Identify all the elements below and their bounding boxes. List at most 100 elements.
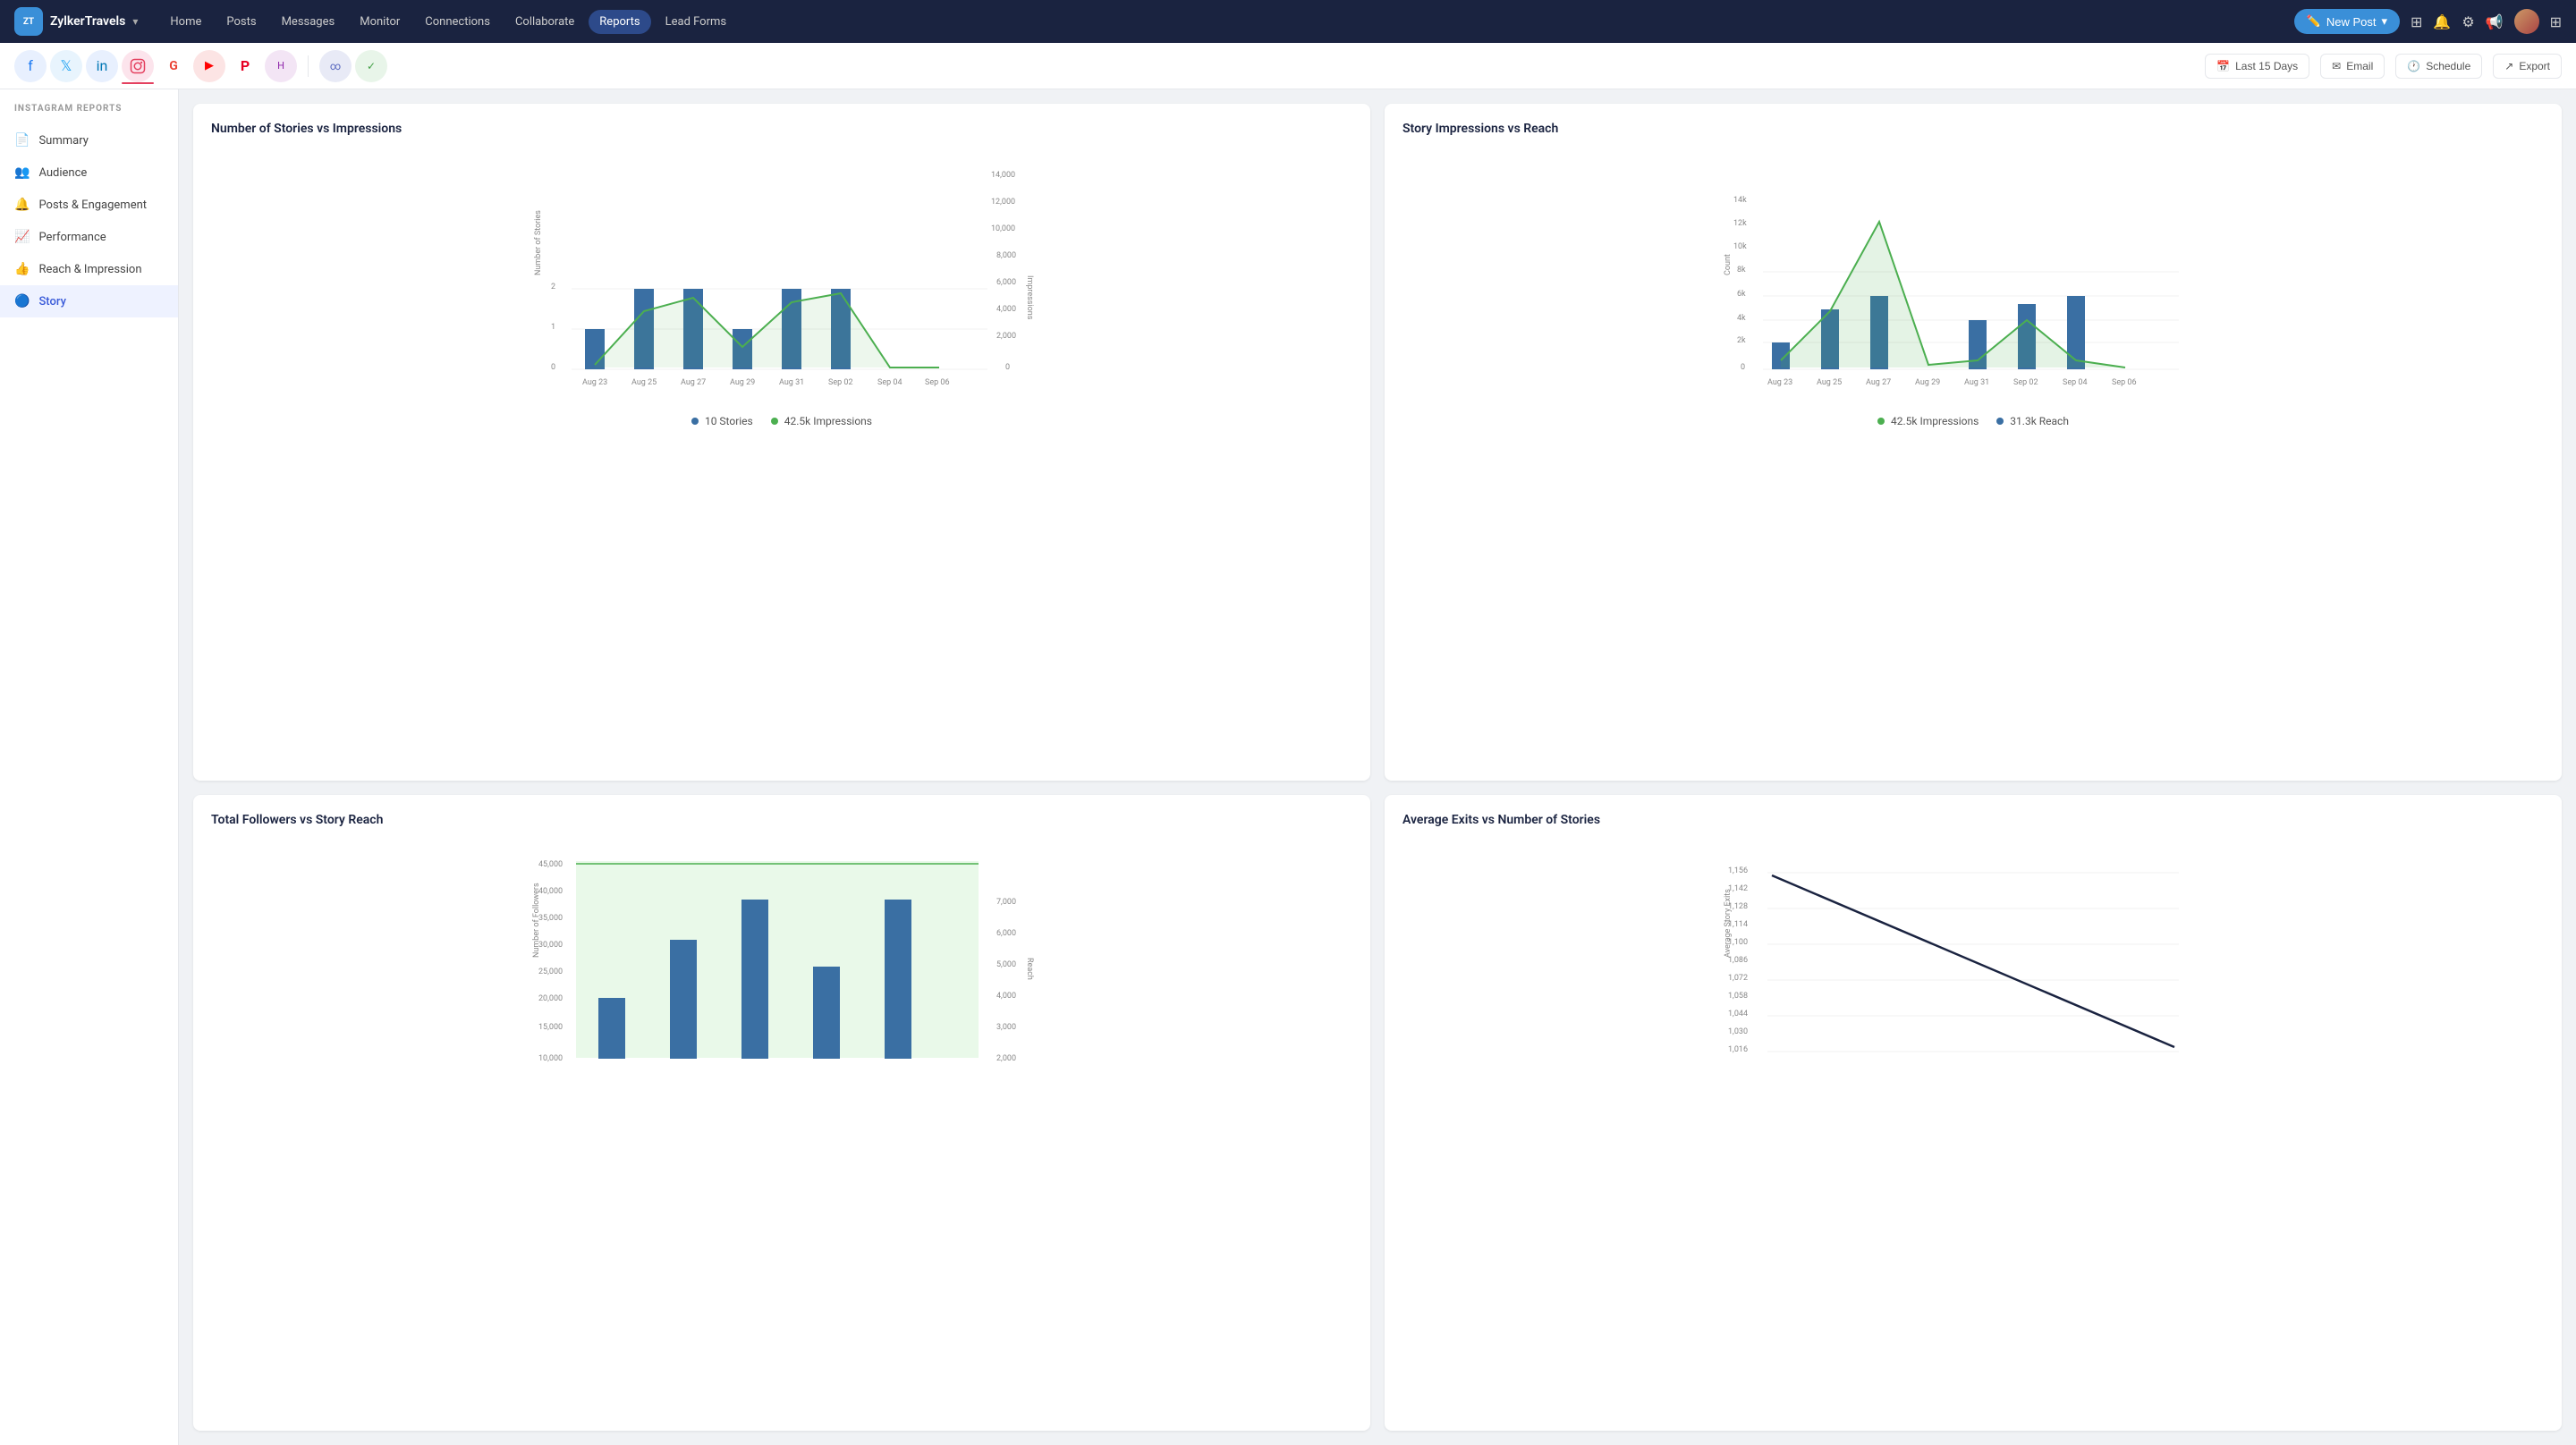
sidebar-item-reach-impression[interactable]: 👍 Reach & Impression [0,253,178,285]
svg-text:1,072: 1,072 [1728,974,1748,983]
linkedin-tab[interactable]: in [86,50,118,82]
chart3-area: 10,000 15,000 20,000 25,000 30,000 35,00… [211,841,1352,1077]
svg-text:Impressions: Impressions [1025,275,1034,320]
instagram-tab[interactable] [122,50,154,82]
sidebar-item-summary[interactable]: 📄 Summary [0,124,178,156]
megaphone-icon[interactable]: 📢 [2486,13,2504,30]
impressions-dot [771,418,778,425]
nav-monitor[interactable]: Monitor [349,10,411,34]
chart3-title: Total Followers vs Story Reach [211,813,1352,827]
impressions-dot2 [1877,418,1885,425]
svg-text:Aug 27: Aug 27 [1866,378,1891,387]
sidebar: INSTAGRAM REPORTS 📄 Summary 👥 Audience 🔔… [0,89,179,1445]
clock-icon: 🕐 [2407,60,2420,72]
chart4-svg: 1,156 1,142 1,128 1,114 1,100 1,086 1,07… [1402,841,2544,1074]
nav-links: Home Posts Messages Monitor Connections … [159,10,2286,34]
email-button[interactable]: ✉ Email [2320,54,2385,79]
svg-text:6,000: 6,000 [996,929,1016,938]
svg-text:35,000: 35,000 [538,914,563,923]
followers-area [576,861,979,1058]
nav-home[interactable]: Home [159,10,212,34]
export-button[interactable]: ↗ Export [2493,54,2562,79]
svg-text:0: 0 [1741,363,1745,372]
legend-impressions2: 42.5k Impressions [1877,415,1979,427]
sidebar-item-performance[interactable]: 📈 Performance [0,221,178,253]
bell-icon[interactable]: 🔔 [2433,13,2451,30]
nav-connections[interactable]: Connections [414,10,501,34]
sidebar-item-audience[interactable]: 👥 Audience [0,156,178,189]
stories-dot [691,418,699,425]
reach-bar-aug25-c3 [598,998,625,1059]
svg-text:Reach: Reach [1025,958,1034,980]
reach-dot [1996,418,2004,425]
content-area: Number of Stories vs Impressions 0 1 2 0… [179,89,2576,1445]
nav-posts[interactable]: Posts [216,10,267,34]
chart2-title: Story Impressions vs Reach [1402,122,2544,136]
svg-text:2,000: 2,000 [996,1054,1016,1063]
svg-text:Aug 31: Aug 31 [1964,378,1989,387]
green-tab[interactable]: ✓ [355,50,387,82]
new-post-button[interactable]: ✏️ New Post ▾ [2294,9,2400,34]
social-divider [308,55,309,77]
svg-text:Aug 23: Aug 23 [582,378,607,387]
schedule-button[interactable]: 🕐 Schedule [2395,54,2482,79]
chart1-svg: 0 1 2 0 2,000 4,000 6,000 8,000 10,000 1… [211,150,1352,401]
chart3-svg: 10,000 15,000 20,000 25,000 30,000 35,00… [211,841,1352,1074]
svg-text:3,000: 3,000 [996,1023,1016,1032]
sidebar-item-posts-engagement[interactable]: 🔔 Posts & Engagement [0,189,178,221]
nav-collaborate[interactable]: Collaborate [504,10,585,34]
chart2-area: 0 2k 4k 6k 8k 10k 12k 14k Count [1402,150,2544,404]
svg-text:10k: 10k [1733,242,1747,251]
apps-icon[interactable]: ⊞ [2550,13,2562,30]
chart2-svg: 0 2k 4k 6k 8k 10k 12k 14k Count [1402,150,2544,401]
svg-text:1,058: 1,058 [1728,992,1748,1001]
posts-icon: 🔔 [14,198,30,212]
svg-text:Aug 27: Aug 27 [681,378,706,387]
svg-text:Sep 06: Sep 06 [2112,378,2137,387]
brand-chevron-icon: ▾ [132,15,138,28]
svg-text:Sep 02: Sep 02 [828,378,853,387]
loop-tab[interactable]: ∞ [319,50,352,82]
story-icon: 🔵 [14,294,30,308]
social-platform-tabs: f 𝕏 in G ▶ P H ∞ ✓ 📅 Last 15 Days ✉ Emai… [0,43,2576,89]
export-icon: ↗ [2504,60,2513,72]
main-layout: INSTAGRAM REPORTS 📄 Summary 👥 Audience 🔔… [0,89,2576,1445]
reach-bar-aug27-c3 [670,940,697,1059]
svg-text:14,000: 14,000 [991,171,1015,180]
svg-text:Number of Followers: Number of Followers [532,883,541,958]
grid-icon[interactable]: ⊞ [2411,13,2422,30]
svg-text:0: 0 [551,363,555,372]
facebook-tab[interactable]: f [14,50,47,82]
reach-bar-aug31-c3 [813,967,840,1059]
svg-text:4,000: 4,000 [996,305,1016,314]
svg-text:30,000: 30,000 [538,941,563,950]
svg-text:1,030: 1,030 [1728,1027,1748,1036]
chart1-area: 0 1 2 0 2,000 4,000 6,000 8,000 10,000 1… [211,150,1352,404]
hootsuite-tab[interactable]: H [265,50,297,82]
chart1-title: Number of Stories vs Impressions [211,122,1352,136]
youtube-tab[interactable]: ▶ [193,50,225,82]
svg-text:10,000: 10,000 [991,224,1015,233]
pinterest-tab[interactable]: P [229,50,261,82]
google-tab[interactable]: G [157,50,190,82]
nav-lead-forms[interactable]: Lead Forms [655,10,738,34]
svg-text:Sep 06: Sep 06 [925,378,950,387]
svg-text:Count: Count [1724,254,1733,275]
legend-stories: 10 Stories [691,415,753,427]
settings-icon[interactable]: ⚙ [2462,13,2474,30]
brand-logo-area[interactable]: ZT ZylkerTravels ▾ [14,7,138,36]
date-range-button[interactable]: 📅 Last 15 Days [2205,54,2309,79]
svg-text:12,000: 12,000 [991,198,1015,207]
sidebar-item-story[interactable]: 🔵 Story [0,285,178,317]
nav-reports[interactable]: Reports [589,10,650,34]
svg-text:Aug 23: Aug 23 [1767,378,1792,387]
svg-text:4,000: 4,000 [996,992,1016,1001]
svg-text:Aug 31: Aug 31 [779,378,804,387]
svg-text:10,000: 10,000 [538,1054,563,1063]
twitter-tab[interactable]: 𝕏 [50,50,82,82]
svg-text:20,000: 20,000 [538,994,563,1003]
user-avatar[interactable] [2514,9,2539,34]
nav-messages[interactable]: Messages [271,10,346,34]
dropdown-arrow-icon: ▾ [2381,14,2387,29]
svg-text:7,000: 7,000 [996,898,1016,907]
